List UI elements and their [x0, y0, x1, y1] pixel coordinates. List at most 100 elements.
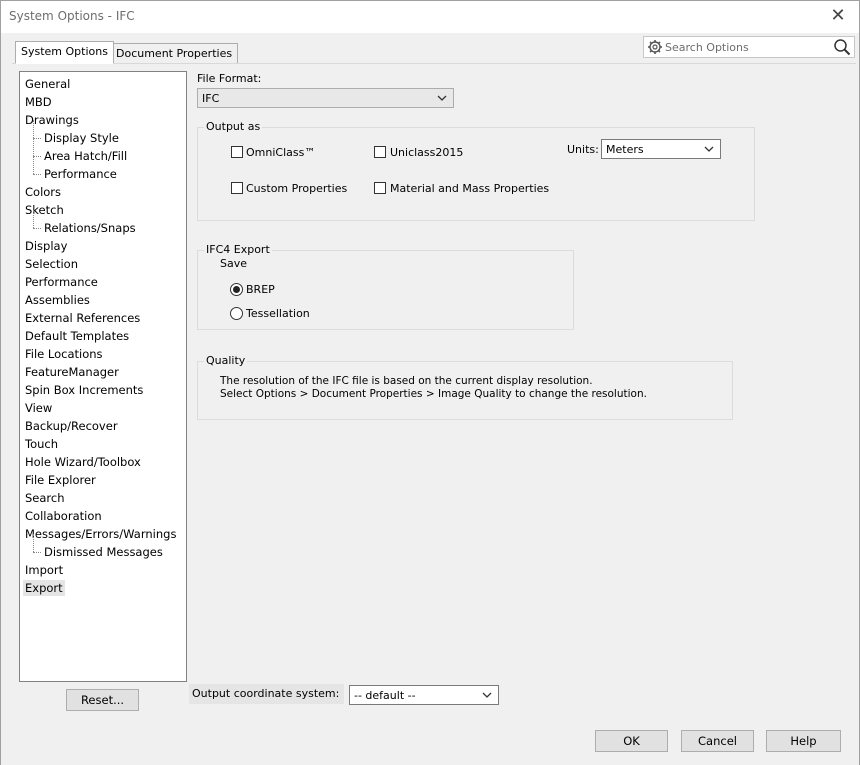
tab-system-options[interactable]: System Options: [15, 41, 114, 64]
tree-item-label: Hole Wizard/Toolbox: [25, 455, 141, 469]
tree-item[interactable]: MBD: [20, 93, 186, 111]
tessellation-label: Tessellation: [246, 307, 310, 320]
custom-properties-label: Custom Properties: [246, 182, 348, 195]
tree-item-label: Area Hatch/Fill: [44, 149, 128, 163]
material-mass-checkbox[interactable]: [374, 182, 386, 194]
tab-document-properties[interactable]: Document Properties: [110, 43, 239, 64]
tree-item-label: Relations/Snaps: [44, 221, 136, 235]
coord-system-select[interactable]: -- default --: [349, 685, 499, 705]
tree-item[interactable]: Sketch: [20, 201, 186, 219]
tree-item[interactable]: Search: [20, 489, 186, 507]
tree-item-label: Sketch: [25, 203, 64, 217]
tree-item[interactable]: Dismissed Messages: [20, 534, 186, 561]
tree-item-label: Messages/Errors/Warnings: [25, 527, 177, 541]
omniclass-label: OmniClass™: [246, 146, 316, 159]
units-select[interactable]: Meters: [601, 139, 721, 159]
search-options-box[interactable]: Search Options: [643, 36, 855, 58]
quality-title: Quality: [204, 354, 248, 367]
chevron-down-icon: [704, 142, 714, 159]
tree-item-label: FeatureManager: [25, 365, 119, 379]
tree-item[interactable]: File Explorer: [20, 471, 186, 489]
gear-icon[interactable]: [647, 39, 663, 58]
tree-item[interactable]: Hole Wizard/Toolbox: [20, 453, 186, 471]
chevron-down-icon: [437, 91, 447, 108]
help-button[interactable]: Help: [766, 730, 841, 752]
omniclass-checkbox[interactable]: [231, 146, 243, 158]
tree-item[interactable]: View: [20, 399, 186, 417]
tree-item-label: Export: [23, 580, 65, 596]
tree-item[interactable]: FeatureManager: [20, 363, 186, 381]
tree-item[interactable]: Import: [20, 561, 186, 579]
tree-item[interactable]: Relations/Snaps: [20, 210, 186, 237]
tree-item[interactable]: Default Templates: [20, 327, 186, 345]
options-tree[interactable]: General MBD Drawings Display Style Area Hatc…: [19, 71, 187, 682]
ok-button[interactable]: OK: [595, 730, 668, 752]
search-icon[interactable]: [833, 38, 851, 59]
material-mass-label: Material and Mass Properties: [390, 182, 550, 195]
tree-item[interactable]: Export: [20, 579, 186, 597]
tree-item[interactable]: Selection: [20, 255, 186, 273]
tree-item[interactable]: Assemblies: [20, 291, 186, 309]
tree-item[interactable]: File Locations: [20, 345, 186, 363]
tree-item-label: Display Style: [44, 131, 119, 145]
save-label: Save: [220, 257, 248, 270]
tree-item[interactable]: Touch: [20, 435, 186, 453]
tree-item[interactable]: Drawings: [20, 111, 186, 129]
tree-item-label: View: [25, 401, 53, 415]
tree-item-label: Search: [25, 491, 65, 505]
quality-line-2: Select Options > Document Properties > I…: [220, 388, 647, 400]
file-format-select[interactable]: IFC: [197, 88, 454, 108]
reset-button[interactable]: Reset...: [66, 689, 139, 711]
tree-item-label: File Explorer: [25, 473, 96, 487]
units-value: Meters: [606, 143, 644, 156]
tree-item-label: Default Templates: [25, 329, 130, 343]
tree-item-label: Performance: [25, 275, 98, 289]
search-input[interactable]: Search Options: [665, 41, 749, 54]
tree-item[interactable]: General: [20, 75, 186, 93]
tree-item[interactable]: Spin Box Increments: [20, 381, 186, 399]
tree-item-label: External References: [25, 311, 141, 325]
tree-item-label: Display: [25, 239, 68, 253]
tree-item-label: MBD: [25, 95, 52, 109]
tree-item[interactable]: Display: [20, 237, 186, 255]
coord-system-value: -- default --: [354, 689, 416, 702]
uniclass-label: Uniclass2015: [390, 146, 464, 159]
tree-item-label: File Locations: [25, 347, 103, 361]
tree-item-label: Assemblies: [25, 293, 90, 307]
file-format-value: IFC: [202, 92, 220, 105]
cancel-button[interactable]: Cancel: [681, 730, 754, 752]
tessellation-radio[interactable]: [230, 307, 243, 320]
system-options-dialog: System Options - IFC ✕ System Options Do…: [0, 0, 860, 765]
title-bar: System Options - IFC ✕: [1, 1, 859, 33]
tree-item[interactable]: External References: [20, 309, 186, 327]
tree-item-label: Selection: [25, 257, 78, 271]
tree-item-label: Import: [25, 563, 64, 577]
brep-label: BREP: [246, 283, 275, 296]
tree-item[interactable]: Display Style: [20, 120, 186, 147]
tree-item-label: Colors: [25, 185, 62, 199]
close-icon[interactable]: ✕: [827, 5, 849, 27]
tree-item-label: Touch: [25, 437, 59, 451]
window-title: System Options - IFC: [9, 9, 135, 23]
uniclass-checkbox[interactable]: [374, 146, 386, 158]
brep-radio[interactable]: [230, 283, 243, 296]
output-as-title: Output as: [204, 120, 263, 133]
tree-item-label: Collaboration: [25, 509, 102, 523]
tree-item[interactable]: Performance: [20, 156, 186, 183]
ifc4-export-title: IFC4 Export: [204, 243, 272, 256]
custom-properties-checkbox[interactable]: [231, 182, 243, 194]
file-format-label: File Format:: [197, 72, 262, 85]
tree-item[interactable]: Collaboration: [20, 507, 186, 525]
tree-item-label: Backup/Recover: [25, 419, 118, 433]
tree-item[interactable]: Messages/Errors/Warnings: [20, 525, 186, 543]
quality-line-1: The resolution of the IFC file is based …: [220, 375, 593, 387]
tree-item[interactable]: Area Hatch/Fill: [20, 138, 186, 165]
tree-item[interactable]: Performance: [20, 273, 186, 291]
tree-item[interactable]: Colors: [20, 183, 186, 201]
tree-item-label: General: [25, 77, 71, 91]
tree-item-label: Dismissed Messages: [44, 545, 163, 559]
chevron-down-icon: [482, 688, 492, 705]
tree-item[interactable]: Backup/Recover: [20, 417, 186, 435]
tree-item-label: Performance: [44, 167, 117, 181]
coord-system-label: Output coordinate system:: [189, 684, 344, 704]
